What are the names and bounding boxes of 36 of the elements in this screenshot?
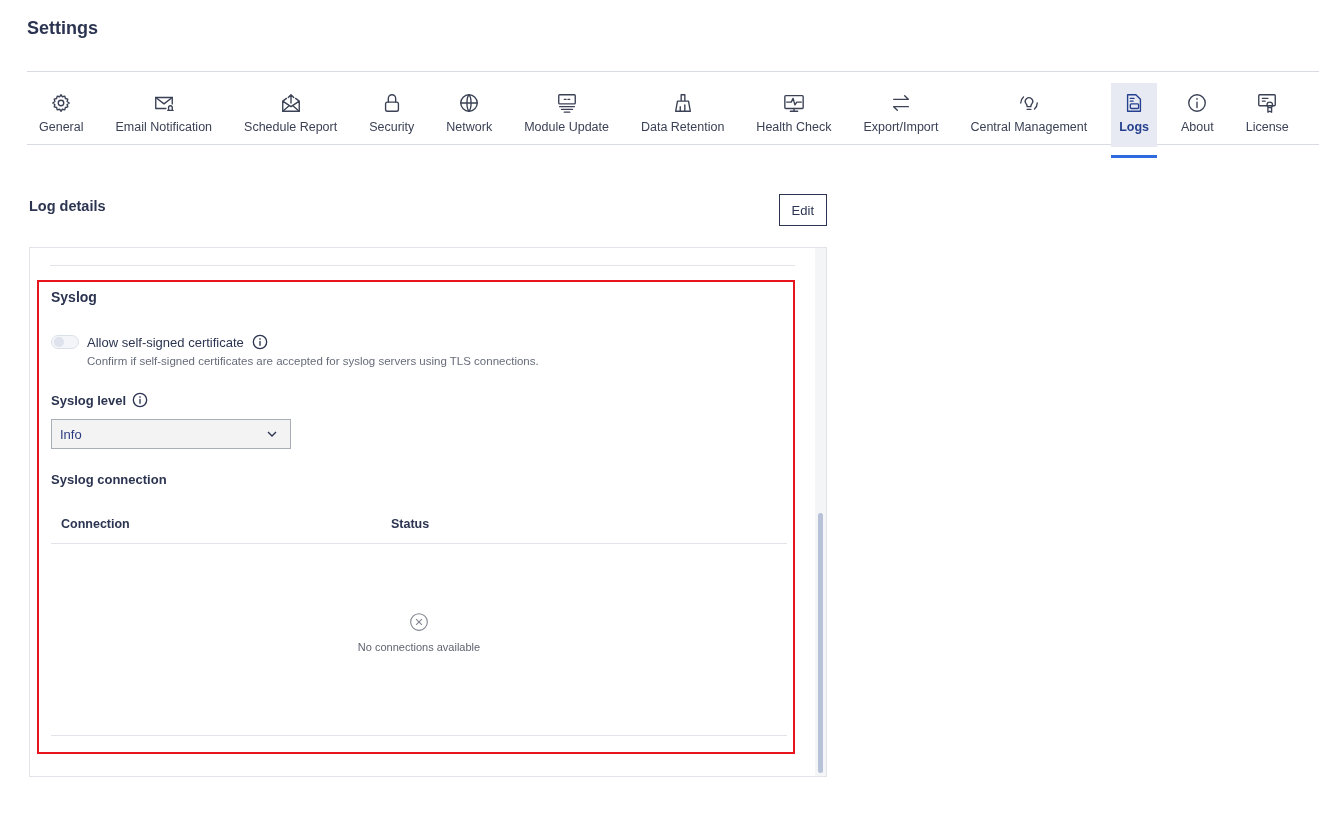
- column-header: Status: [391, 517, 431, 531]
- settings-icon: [50, 92, 73, 114]
- settings-tab[interactable]: Schedule Report: [236, 83, 346, 147]
- empty-message: No connections available: [357, 641, 481, 653]
- column-header: Connection: [61, 517, 131, 531]
- info-icon[interactable]: [251, 334, 268, 350]
- scrollbar-thumb[interactable]: [818, 513, 823, 773]
- edit-button[interactable]: Edit: [778, 194, 827, 226]
- settings-tab[interactable]: Security: [361, 83, 423, 147]
- empty-x-icon: [409, 612, 429, 632]
- globe-icon: [458, 92, 481, 114]
- toggle-description: Confirm if self-signed certificates are accepted for syslog servers using TLS connections.: [87, 355, 540, 367]
- settings-tab[interactable]: Central Management: [962, 83, 1096, 147]
- field-label: Syslog level: [51, 392, 127, 408]
- section-title: Log details: [29, 197, 106, 214]
- settings-tab[interactable]: Export/Import: [855, 83, 947, 147]
- settings-tab[interactable]: Health Check: [748, 83, 840, 147]
- info-icon: [1186, 92, 1209, 114]
- settings-tab[interactable]: Email Notification: [107, 83, 221, 147]
- syslog-title: Syslog: [51, 288, 98, 306]
- monitor-pulse-icon: [782, 92, 805, 114]
- page-title: Settings: [27, 17, 99, 40]
- mail-up-icon: [279, 92, 302, 114]
- settings-tab[interactable]: About: [1173, 83, 1222, 147]
- certificate-icon: [1256, 92, 1279, 114]
- subsection-title: Syslog connection: [51, 472, 168, 487]
- syslog-level-dropdown[interactable]: Info: [51, 419, 291, 449]
- settings-tab[interactable]: License: [1237, 83, 1297, 147]
- settings-tab[interactable]: Module Update: [516, 83, 617, 147]
- monitor-stack-icon: [555, 92, 578, 114]
- toggle-label: Allow self-signed certificate: [87, 334, 244, 350]
- settings-tab[interactable]: Network: [438, 83, 501, 147]
- scrollbar[interactable]: [815, 248, 826, 776]
- settings-tab[interactable]: Data Retention: [632, 83, 733, 147]
- info-icon[interactable]: [132, 392, 149, 408]
- settings-tab[interactable]: General: [31, 83, 92, 147]
